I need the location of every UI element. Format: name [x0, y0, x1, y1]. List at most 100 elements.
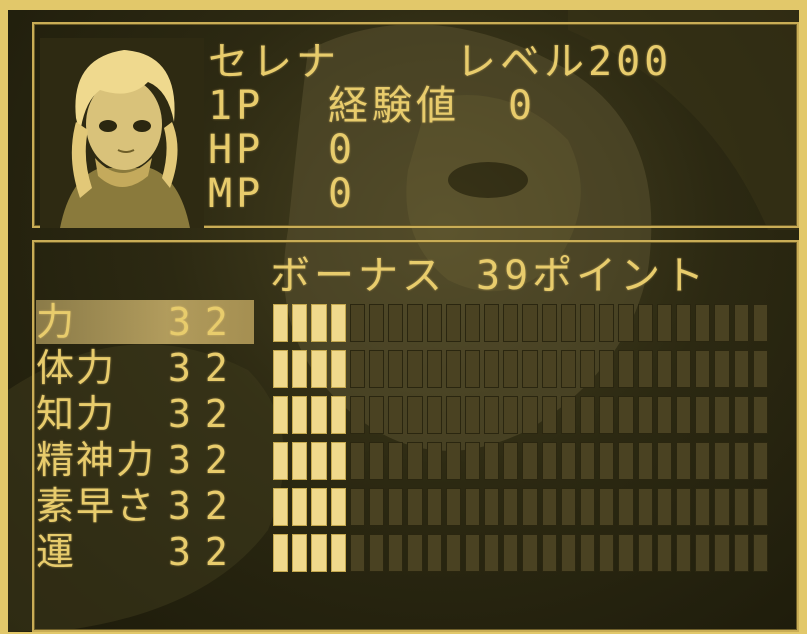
gauge-cell-empty [541, 304, 557, 342]
mp-value: 0 [328, 171, 357, 217]
gauge-cell-empty [349, 534, 365, 572]
gauge-cell-filled [330, 304, 346, 342]
gauge-cell-empty [733, 442, 749, 480]
gauge-cell-empty [580, 488, 596, 526]
gauge-cell-empty [368, 488, 385, 526]
gauge-cell-empty [618, 396, 634, 434]
stat-value: 32 [168, 392, 242, 436]
gauge-cell-empty [752, 534, 768, 572]
gauge-cell-empty [695, 442, 711, 480]
gauge-cell-empty [349, 304, 365, 342]
gauge-cell-empty [733, 350, 749, 388]
gauge-cell-empty [407, 488, 423, 526]
stat-gauge[interactable] [273, 442, 768, 480]
gauge-cell-empty [426, 534, 442, 572]
gauge-cell-empty [407, 534, 423, 572]
gauge-cell-empty [541, 534, 557, 572]
stat-gauge[interactable] [273, 488, 768, 526]
gauge-cell-empty [484, 396, 500, 434]
gauge-cell-empty [560, 442, 576, 480]
gauge-cell-empty [599, 534, 615, 572]
stat-gauge[interactable] [273, 396, 768, 434]
gauge-cell-empty [368, 442, 385, 480]
gauge-cell-empty [618, 442, 634, 480]
gauge-cell-empty [464, 488, 481, 526]
gauge-cell-empty [675, 350, 692, 388]
gauge-cell-empty [522, 534, 538, 572]
gauge-cell-empty [560, 534, 576, 572]
gauge-cell-empty [388, 534, 404, 572]
gauge-cell-empty [637, 442, 653, 480]
stat-name[interactable]: 精神力 [36, 440, 156, 480]
stat-name[interactable]: 運 [36, 532, 76, 572]
gauge-cell-empty [503, 304, 519, 342]
gauge-cell-filled [273, 534, 289, 572]
gauge-cell-filled [273, 350, 289, 388]
gauge-cell-empty [464, 534, 481, 572]
stat-gauge[interactable] [273, 534, 768, 572]
gauge-cell-empty [637, 488, 653, 526]
gauge-cell-empty [733, 534, 749, 572]
gauge-cell-empty [522, 442, 538, 480]
stat-name[interactable]: 知力 [36, 394, 116, 434]
gauge-cell-empty [445, 350, 461, 388]
stat-gauge[interactable] [273, 350, 768, 388]
gauge-cell-filled [330, 396, 346, 434]
gauge-cell-empty [541, 350, 557, 388]
gauge-cell-empty [637, 396, 653, 434]
gauge-cell-empty [464, 442, 481, 480]
stat-value: 32 [168, 484, 242, 528]
gauge-cell-empty [675, 442, 692, 480]
gauge-cell-empty [752, 304, 768, 342]
gauge-cell-empty [656, 396, 672, 434]
gauge-cell-empty [675, 534, 692, 572]
gauge-cell-empty [426, 304, 442, 342]
bonus-points: 39ポイント [476, 253, 709, 299]
gauge-cell-empty [388, 442, 404, 480]
gauge-cell-empty [618, 350, 634, 388]
stat-name[interactable]: 素早さ [36, 486, 156, 526]
character-name: セレナ [208, 39, 340, 85]
gauge-cell-empty [618, 534, 634, 572]
game-screen: セレナ レベル200 1P 経験値 0 HP 0 MP 0 ボーナス 39ポイン… [8, 10, 799, 632]
stat-name[interactable]: 力 [36, 302, 76, 342]
stat-name[interactable]: 体力 [36, 348, 116, 388]
gauge-cell-empty [752, 396, 768, 434]
gauge-cell-empty [695, 396, 711, 434]
gauge-cell-empty [714, 442, 730, 480]
gauge-cell-empty [580, 350, 596, 388]
gauge-cell-empty [656, 350, 672, 388]
gauge-cell-filled [311, 534, 327, 572]
gauge-cell-empty [349, 350, 365, 388]
character-portrait [40, 38, 204, 228]
stat-gauge[interactable] [273, 304, 768, 342]
gauge-cell-empty [388, 304, 404, 342]
gauge-cell-empty [388, 350, 404, 388]
gauge-cell-filled [292, 396, 308, 434]
gauge-cell-empty [388, 488, 404, 526]
gauge-cell-empty [675, 396, 692, 434]
bonus-label: ボーナス [270, 253, 446, 299]
gauge-cell-empty [388, 396, 404, 434]
gauge-cell-filled [292, 350, 308, 388]
gauge-cell-empty [695, 488, 711, 526]
gauge-cell-filled [311, 350, 327, 388]
gauge-cell-filled [273, 396, 289, 434]
gauge-cell-empty [752, 442, 768, 480]
gauge-cell-empty [618, 304, 634, 342]
gauge-cell-empty [580, 442, 596, 480]
gauge-cell-empty [656, 534, 672, 572]
gauge-cell-empty [522, 396, 538, 434]
gauge-cell-empty [349, 488, 365, 526]
gauge-cell-empty [541, 442, 557, 480]
gauge-cell-empty [656, 488, 672, 526]
gauge-cell-empty [484, 534, 500, 572]
gauge-cell-empty [714, 304, 730, 342]
gauge-cell-empty [484, 442, 500, 480]
gauge-cell-empty [407, 350, 423, 388]
stat-value: 32 [168, 346, 242, 390]
gauge-cell-empty [733, 396, 749, 434]
gauge-cell-empty [714, 350, 730, 388]
gauge-cell-empty [733, 488, 749, 526]
gauge-cell-empty [580, 396, 596, 434]
